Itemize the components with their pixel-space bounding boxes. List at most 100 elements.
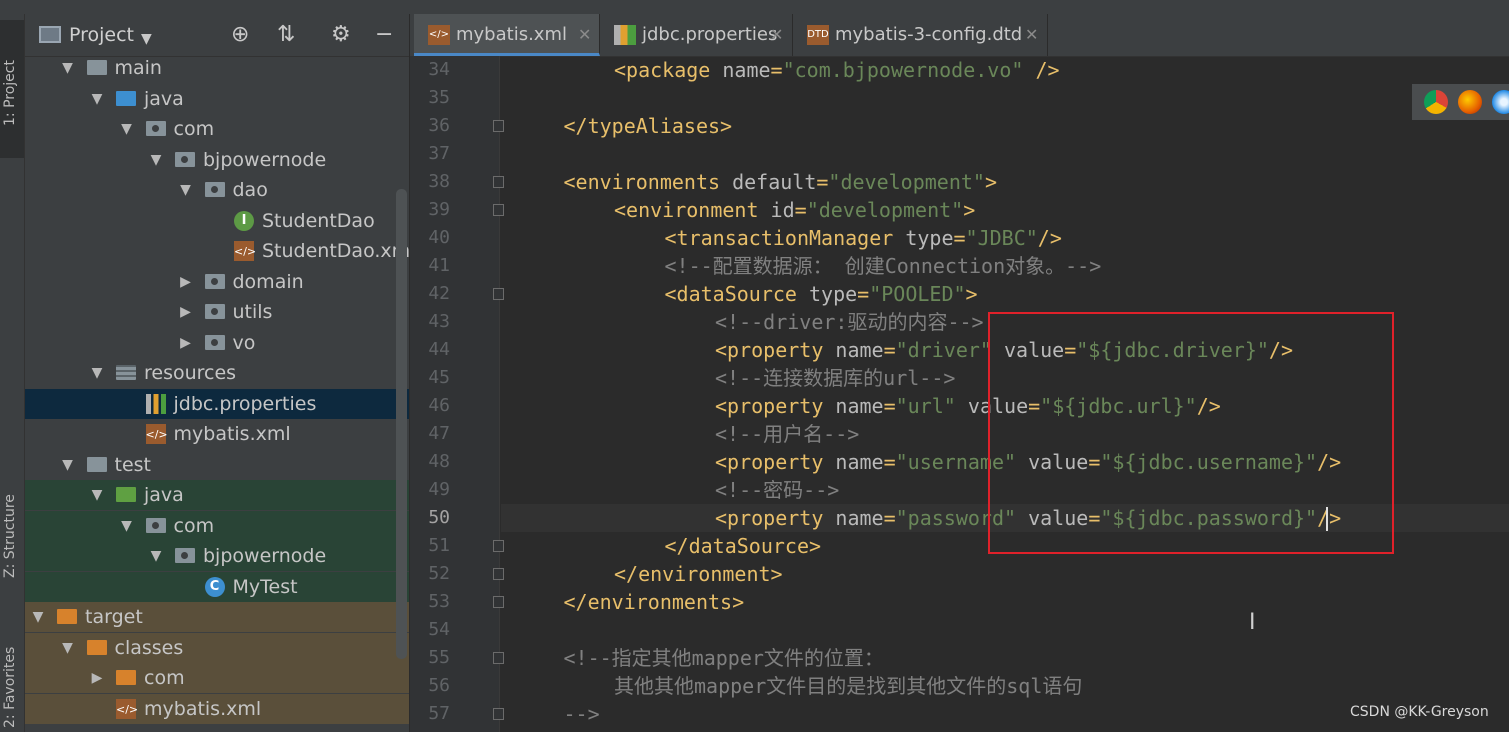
code-line[interactable]: </environments> xyxy=(501,588,1509,616)
watermark: CSDN @KK-Greyson xyxy=(1350,704,1489,720)
code-line[interactable]: 其他其他mapper文件目的是找到其他文件的sql语句 xyxy=(501,672,1509,700)
project-tool-tab-label: 1: Project xyxy=(2,60,18,126)
code-line[interactable]: <environments default="development"> xyxy=(501,168,1509,196)
code-line[interactable]: </environment> xyxy=(501,560,1509,588)
code-line[interactable]: <environment id="development"> xyxy=(501,196,1509,224)
xml-comment-token: 其他其他mapper文件目的是找到其他文件的sql语句 xyxy=(614,674,1083,698)
expanded-arrow-icon[interactable]: ▼ xyxy=(120,114,134,144)
expanded-arrow-icon[interactable]: ▼ xyxy=(31,602,45,632)
line-number: 53 xyxy=(428,591,450,612)
class-icon: C xyxy=(204,576,225,597)
collapsed-arrow-icon[interactable]: ▶ xyxy=(179,328,193,358)
close-tab-icon[interactable]: ✕ xyxy=(1025,14,1038,56)
tree-item[interactable]: ▼ java xyxy=(25,84,409,114)
line-number: 43 xyxy=(428,311,450,332)
firefox-icon[interactable] xyxy=(1458,90,1482,114)
tree-item[interactable]: C MyTest xyxy=(25,571,409,602)
locate-icon[interactable]: ⊕ xyxy=(231,23,249,47)
collapse-all-icon[interactable]: ⇅ xyxy=(277,23,295,47)
view-dropdown-icon[interactable]: ▼ xyxy=(141,27,152,51)
code-line[interactable]: <!--指定其他mapper文件的位置： xyxy=(501,644,1509,672)
tree-item[interactable]: ▼ target xyxy=(25,602,409,632)
tree-item[interactable]: ▼ classes xyxy=(25,632,409,663)
tab-jdbc-properties[interactable]: jdbc.properties ✕ xyxy=(600,14,793,56)
code-line[interactable] xyxy=(501,616,1509,644)
tree-item[interactable]: ▼ resources xyxy=(25,358,409,388)
collapsed-arrow-icon[interactable]: ▶ xyxy=(179,267,193,297)
tree-item[interactable]: ▼ main xyxy=(25,53,409,83)
tree-item[interactable]: ▼ dao xyxy=(25,175,409,205)
tree-item[interactable]: ▼ java xyxy=(25,480,409,510)
title-strip xyxy=(0,0,1509,15)
xml-tag-token: = xyxy=(857,282,870,306)
tab-mybatis-3-config-dtd[interactable]: DTD mybatis-3-config.dtd ✕ xyxy=(793,14,1048,56)
tree-item[interactable]: jdbc.properties xyxy=(25,388,409,419)
expanded-arrow-icon[interactable]: ▼ xyxy=(179,175,193,205)
xml-attribute-token: name xyxy=(835,506,884,530)
xml-tag-token: <package xyxy=(614,58,723,82)
collapsed-arrow-icon[interactable]: ▶ xyxy=(179,297,193,327)
tree-item-label: StudentDao xyxy=(262,209,375,232)
tree-item[interactable]: </> StudentDao.xml xyxy=(25,236,409,266)
tree-item-label: MyTest xyxy=(232,575,298,598)
expanded-arrow-icon[interactable]: ▼ xyxy=(90,480,104,510)
tab-mybatis-xml[interactable]: </> mybatis.xml ✕ xyxy=(414,14,600,56)
expanded-arrow-icon[interactable]: ▼ xyxy=(149,541,163,571)
test-folder-icon xyxy=(116,487,136,502)
expanded-arrow-icon[interactable]: ▼ xyxy=(61,53,75,83)
xml-comment-token: <!--driver:驱动的内容--> xyxy=(715,310,984,334)
project-tool-tab[interactable]: 1: Project xyxy=(0,20,24,158)
project-scrollbar[interactable] xyxy=(396,189,407,659)
favorites-tool-tab[interactable]: 2: Favorites xyxy=(0,626,24,732)
tree-item[interactable]: ▼ test xyxy=(25,450,409,480)
xml-attribute-token: name xyxy=(835,338,884,362)
hide-panel-icon[interactable]: − xyxy=(375,23,393,47)
expanded-arrow-icon[interactable]: ▼ xyxy=(90,358,104,388)
close-tab-icon[interactable]: ✕ xyxy=(770,14,783,56)
package-icon xyxy=(175,151,195,167)
left-tool-strip: 1: Project Z: Structure 2: Favorites xyxy=(0,14,25,732)
chrome-icon[interactable] xyxy=(1424,90,1448,114)
tree-item[interactable]: ▶ com xyxy=(25,663,409,693)
line-number: 54 xyxy=(428,619,450,640)
xml-tag-token: <dataSource xyxy=(664,282,809,306)
expanded-arrow-icon[interactable]: ▼ xyxy=(90,84,104,114)
tree-item[interactable]: ▼ com xyxy=(25,510,409,541)
expanded-arrow-icon[interactable]: ▼ xyxy=(61,633,75,663)
tree-item[interactable]: ▼ com xyxy=(25,114,409,144)
xml-tag-token: = xyxy=(883,394,896,418)
excluded-folder-icon xyxy=(116,670,136,685)
xml-file-icon: </> xyxy=(234,241,256,261)
expanded-arrow-icon[interactable]: ▼ xyxy=(120,511,134,541)
folder-icon xyxy=(86,60,107,75)
gear-icon[interactable]: ⚙ xyxy=(331,23,351,47)
line-number: 36 xyxy=(428,115,450,136)
collapsed-arrow-icon[interactable]: ▶ xyxy=(90,663,104,693)
tree-item[interactable]: ▶ vo xyxy=(25,328,409,358)
xml-attribute-token: type xyxy=(809,282,858,306)
tree-item[interactable]: ▶ utils xyxy=(25,297,409,327)
expanded-arrow-icon[interactable]: ▼ xyxy=(149,145,163,175)
interface-icon: I xyxy=(234,210,254,231)
code-line[interactable]: <dataSource type="POOLED"> xyxy=(501,280,1509,308)
tree-item[interactable]: ▶ domain xyxy=(25,267,409,297)
tree-item[interactable]: I StudentDao xyxy=(25,206,409,236)
tree-item-label: jdbc.properties xyxy=(173,392,317,415)
tree-item[interactable]: ▼ bjpowernode xyxy=(25,541,409,571)
tree-item-label: java xyxy=(144,87,184,110)
tree-item[interactable]: ▼ bjpowernode xyxy=(25,145,409,175)
project-panel-title[interactable]: Project xyxy=(69,24,134,46)
tree-item[interactable]: </> mybatis.xml xyxy=(25,419,409,449)
code-line[interactable] xyxy=(501,84,1509,112)
close-tab-icon[interactable]: ✕ xyxy=(578,14,591,56)
code-line[interactable] xyxy=(501,140,1509,168)
code-line[interactable]: </typeAliases> xyxy=(501,112,1509,140)
code-line[interactable]: <package name="com.bjpowernode.vo" /> xyxy=(501,56,1509,84)
expanded-arrow-icon[interactable]: ▼ xyxy=(61,450,75,480)
line-number: 55 xyxy=(428,647,450,668)
code-line[interactable]: <transactionManager type="JDBC"/> xyxy=(501,224,1509,252)
code-line[interactable]: <!--配置数据源： 创建Connection对象。--> xyxy=(501,252,1509,280)
structure-tool-tab[interactable]: Z: Structure xyxy=(0,466,24,606)
safari-icon[interactable] xyxy=(1492,90,1509,114)
tree-item[interactable]: </> mybatis.xml xyxy=(25,693,409,724)
